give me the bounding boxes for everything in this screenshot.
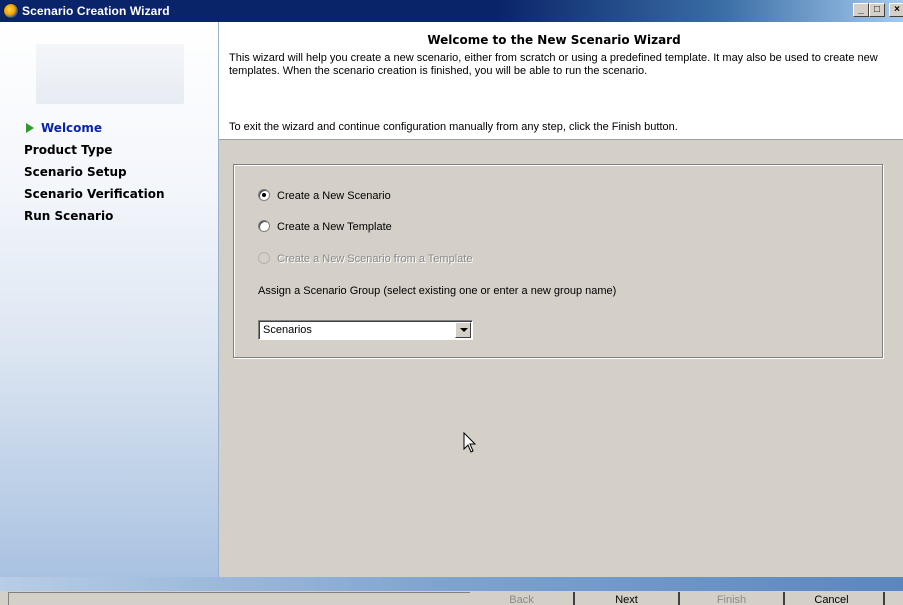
- new-scenario-label: Create a New Scenario: [277, 190, 391, 202]
- wizard-footer: Back Next Finish Cancel: [0, 591, 903, 605]
- title-bar: Scenario Creation Wizard _ □ ×: [0, 0, 903, 22]
- app-icon: [3, 3, 19, 19]
- step-label: Scenario Setup: [24, 165, 127, 179]
- minimize-icon[interactable]: _: [853, 3, 869, 17]
- next-button[interactable]: Next: [575, 592, 680, 605]
- step-run-scenario: Run Scenario: [24, 207, 165, 229]
- exit-note: To exit the wizard and continue configur…: [229, 121, 678, 133]
- scenario-group-value[interactable]: Scenarios: [263, 324, 312, 336]
- step-label: Product Type: [24, 143, 113, 157]
- new-template-label: Create a New Template: [277, 221, 392, 233]
- window-title: Scenario Creation Wizard: [22, 4, 170, 18]
- page-description: This wizard will help you create a new s…: [229, 52, 878, 77]
- cancel-button[interactable]: Cancel: [780, 592, 885, 605]
- back-button[interactable]: Back: [470, 592, 575, 605]
- scenario-group-label: Assign a Scenario Group (select existing…: [258, 285, 617, 297]
- mouse-cursor-icon: [463, 432, 477, 453]
- new-template-radio[interactable]: [258, 220, 270, 232]
- new-scenario-radio[interactable]: [258, 189, 270, 201]
- current-step-arrow-icon: [26, 123, 34, 133]
- wizard-main: Welcome to the New Scenario Wizard This …: [218, 22, 903, 577]
- step-product-type: Product Type: [24, 141, 165, 163]
- step-scenario-setup: Scenario Setup: [24, 163, 165, 185]
- step-label: Run Scenario: [24, 209, 114, 223]
- wizard-steps: Welcome Product Type Scenario Setup Scen…: [24, 119, 165, 229]
- scenario-options-group: Create a New Scenario Create a New Templ…: [233, 164, 883, 358]
- step-scenario-verification: Scenario Verification: [24, 185, 165, 207]
- footer-divider: [0, 577, 903, 591]
- from-template-radio: [258, 252, 270, 264]
- status-field: [8, 592, 470, 605]
- close-icon[interactable]: ×: [889, 3, 903, 17]
- from-template-label: Create a New Scenario from a Template: [277, 253, 473, 265]
- finish-button[interactable]: Finish: [680, 592, 785, 605]
- step-welcome: Welcome: [24, 119, 165, 141]
- step-label: Scenario Verification: [24, 187, 165, 201]
- chevron-down-icon[interactable]: [455, 322, 471, 338]
- scenario-group-combobox[interactable]: Scenarios: [258, 320, 473, 340]
- logo-placeholder: [36, 44, 184, 104]
- wizard-sidebar: Welcome Product Type Scenario Setup Scen…: [0, 22, 218, 577]
- wizard-header: Welcome to the New Scenario Wizard This …: [219, 22, 903, 140]
- maximize-icon[interactable]: □: [869, 3, 885, 17]
- step-label: Welcome: [41, 121, 103, 135]
- page-title: Welcome to the New Scenario Wizard: [427, 33, 681, 47]
